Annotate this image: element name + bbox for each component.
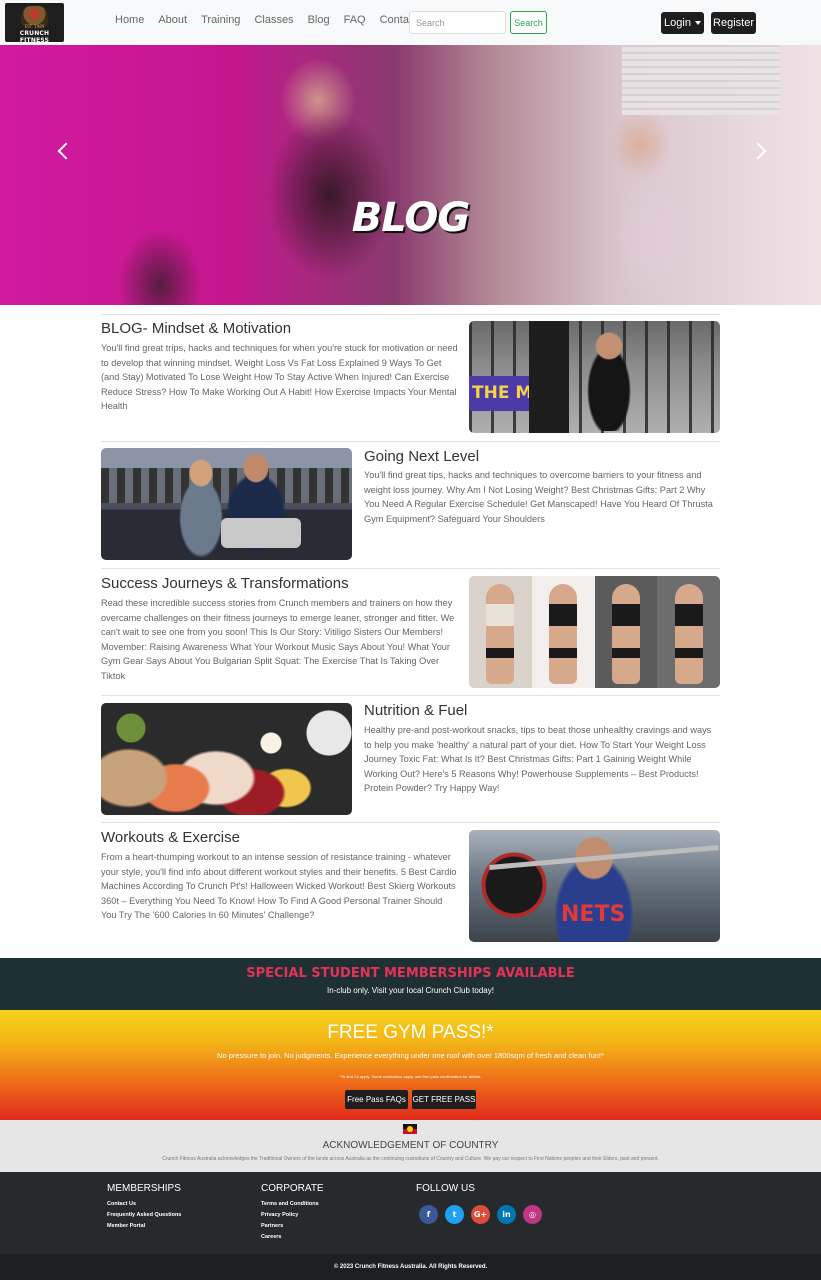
section-divider (101, 568, 720, 569)
footer-link-careers[interactable]: Careers (261, 1234, 282, 1240)
logo-subtext: EST. 1989 (24, 24, 45, 29)
body-figure (549, 584, 578, 684)
acknowledgement-section: ACKNOWLEDGEMENT OF COUNTRY Crunch Fitnes… (0, 1120, 821, 1172)
section-title-nutrition[interactable]: Nutrition & Fuel (364, 702, 467, 719)
transformation-panel (657, 576, 720, 688)
jersey-text: NETS (561, 902, 626, 927)
footer-link-partners[interactable]: Partners (261, 1223, 283, 1229)
student-membership-banner: SPECIAL STUDENT MEMBERSHIPS AVAILABLE In… (0, 958, 821, 1010)
section-title-mindset[interactable]: BLOG- Mindset & Motivation (101, 320, 291, 337)
acknowledgement-title: ACKNOWLEDGEMENT OF COUNTRY (322, 1140, 499, 1151)
body-figure (611, 584, 640, 684)
linkedin-icon[interactable]: in (497, 1205, 516, 1224)
sled-equipment (221, 518, 301, 548)
footer-heading-corporate: CORPORATE (261, 1183, 324, 1194)
nav-faq[interactable]: FAQ (344, 14, 366, 26)
next-level-image[interactable] (101, 448, 352, 560)
footer-link-faq[interactable]: Frequently Asked Questions (107, 1212, 181, 1218)
footer-link-member-portal[interactable]: Member Portal (107, 1223, 145, 1229)
mindset-image[interactable]: THE MUS (469, 321, 720, 433)
free-pass-faqs-button[interactable]: Free Pass FAQs (345, 1090, 408, 1109)
nav-about[interactable]: About (158, 14, 187, 26)
nav-home[interactable]: Home (115, 14, 144, 26)
carousel-prev-icon[interactable] (57, 142, 75, 160)
logo-crest-icon (21, 6, 48, 26)
free-pass-fine-print: *Ts and Cs apply. Some restrictions appl… (339, 1074, 482, 1079)
section-divider (101, 441, 720, 442)
copyright-bar: © 2023 Crunch Fitness Australia. All Rig… (0, 1254, 821, 1280)
copyright-text: © 2023 Crunch Fitness Australia. All Rig… (333, 1264, 488, 1270)
search-input[interactable] (409, 11, 506, 34)
body-figure (674, 584, 703, 684)
footer-heading-follow: FOLLOW US (416, 1183, 475, 1194)
section-divider (101, 695, 720, 696)
caret-down-icon (694, 21, 701, 25)
logo-text: CRUNCH FITNESS (19, 30, 50, 42)
transformation-panel (531, 576, 595, 688)
hero-photo-detail (622, 45, 780, 115)
free-pass-section: FREE GYM PASS!* No pressure to join. No … (0, 1010, 821, 1120)
carousel-next-icon[interactable] (749, 142, 767, 160)
free-pass-subtitle: No pressure to join. No judgments. Exper… (217, 1051, 604, 1060)
section-title-journeys[interactable]: Success Journeys & Transformations (101, 575, 349, 592)
transformation-image[interactable] (469, 576, 720, 688)
get-free-pass-button[interactable]: GET FREE PASS (412, 1090, 476, 1109)
section-divider (101, 822, 720, 823)
section-text-nutrition: Healthy pre-and post-workout snacks, tip… (364, 725, 712, 793)
student-banner-title: SPECIAL STUDENT MEMBERSHIPS AVAILABLE (246, 966, 575, 981)
section-divider (101, 314, 720, 315)
workouts-image[interactable]: NETS (469, 830, 720, 942)
nav-training[interactable]: Training (201, 14, 240, 26)
athlete-figure (579, 331, 639, 431)
footer-link-terms[interactable]: Terms and Conditions (261, 1201, 319, 1207)
barbell (489, 844, 719, 871)
footer-link-contact-us[interactable]: Contact Us (107, 1201, 136, 1207)
body-figure (486, 584, 515, 684)
login-dropdown-button[interactable]: Login (661, 12, 704, 34)
navbar: EST. 1989 CRUNCH FITNESS Home About Trai… (0, 0, 821, 45)
twitter-icon[interactable]: t (445, 1205, 464, 1224)
free-pass-title: FREE GYM PASS!* (327, 1022, 494, 1043)
section-title-workouts[interactable]: Workouts & Exercise (101, 829, 240, 846)
hero-carousel: BLOG (0, 45, 821, 305)
google-plus-icon[interactable]: G+ (471, 1205, 490, 1224)
login-label: Login (664, 17, 691, 29)
instagram-icon[interactable]: ◎ (523, 1205, 542, 1224)
section-text-workouts: From a heart-thumping workout to an inte… (101, 852, 457, 920)
acknowledgement-text: Crunch Fitness Australia acknowledges th… (162, 1156, 659, 1162)
transformation-panel (469, 576, 532, 688)
gym-machine (529, 321, 569, 433)
nutrition-image[interactable] (101, 703, 352, 815)
aboriginal-flag-icon (403, 1124, 417, 1134)
section-text-next-level: You'll find great tips, hacks and techni… (364, 470, 713, 524)
section-text-mindset: You'll find great trips, hacks and techn… (101, 343, 458, 411)
nav-links: Home About Training Classes Blog FAQ Con… (108, 14, 425, 26)
footer-link-privacy[interactable]: Privacy Policy (261, 1212, 298, 1218)
section-text-journeys: Read these incredible success stories fr… (101, 598, 455, 681)
crunch-fitness-logo[interactable]: EST. 1989 CRUNCH FITNESS (5, 3, 64, 42)
facebook-icon[interactable]: f (419, 1205, 438, 1224)
nav-blog[interactable]: Blog (308, 14, 330, 26)
section-title-next-level[interactable]: Going Next Level (364, 448, 479, 465)
footer-heading-memberships: MEMBERSHIPS (107, 1183, 181, 1194)
student-banner-subtitle: In-club only. Visit your local Crunch Cl… (327, 986, 494, 995)
nav-classes[interactable]: Classes (254, 14, 293, 26)
register-button[interactable]: Register (711, 12, 756, 34)
search-button[interactable]: Search (510, 11, 547, 34)
hero-title: BLOG (351, 195, 470, 241)
transformation-panel (594, 576, 658, 688)
